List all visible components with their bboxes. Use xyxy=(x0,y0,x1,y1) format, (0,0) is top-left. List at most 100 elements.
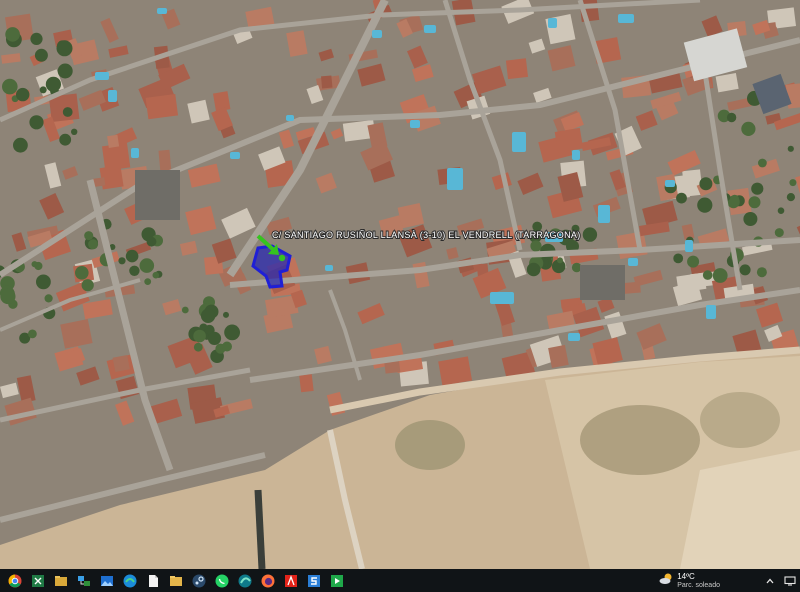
swimming-pool xyxy=(325,265,333,271)
tree xyxy=(129,265,140,276)
tree xyxy=(789,179,797,187)
tree xyxy=(34,48,48,62)
tree xyxy=(2,78,18,95)
parking-lot-2 xyxy=(580,265,625,300)
swimming-pool xyxy=(572,150,580,160)
system-tray: 14ºC Parc. soleado xyxy=(659,569,800,592)
building-roof xyxy=(107,134,120,148)
location-label: C/ SANTIAGO RUSIÑOL LLANSÀ (3-10) EL VEN… xyxy=(272,230,581,240)
dune-vegetation-2 xyxy=(395,420,465,470)
tree xyxy=(57,63,73,79)
tree xyxy=(702,270,713,280)
tree xyxy=(726,112,737,123)
tree xyxy=(193,342,203,352)
tree xyxy=(687,255,700,268)
file-explorer-icon[interactable] xyxy=(52,572,70,590)
tree xyxy=(224,324,241,341)
tree xyxy=(756,267,767,278)
tree xyxy=(75,266,89,280)
swimming-pool xyxy=(490,292,514,304)
tree xyxy=(712,268,728,283)
chevron-up-icon[interactable] xyxy=(763,574,777,588)
map-canvas[interactable]: C/ SANTIAGO RUSIÑOL LLANSÀ (3-10) EL VEN… xyxy=(0,0,800,569)
building-roof xyxy=(112,354,130,373)
tree xyxy=(193,329,206,343)
photos-icon[interactable] xyxy=(98,572,116,590)
tree xyxy=(139,258,155,273)
steam-icon[interactable] xyxy=(190,572,208,590)
swimming-pool xyxy=(685,240,693,252)
tree xyxy=(758,158,767,168)
tree xyxy=(71,128,78,135)
tree xyxy=(28,329,37,339)
tree xyxy=(81,279,94,292)
tree xyxy=(45,76,62,92)
swimming-pool xyxy=(447,168,463,190)
swimming-pool xyxy=(286,115,294,121)
parking-lot xyxy=(135,170,180,220)
edge-icon[interactable] xyxy=(121,572,139,590)
taskbar-apps xyxy=(3,572,348,590)
tree xyxy=(44,294,53,303)
swimming-pool xyxy=(548,18,557,28)
windows-taskbar: 14ºC Parc. soleado xyxy=(0,569,800,592)
weather-widget[interactable]: 14ºC Parc. soleado xyxy=(659,572,720,590)
green-app-icon[interactable] xyxy=(328,572,346,590)
network-icon[interactable] xyxy=(75,572,93,590)
s-app-icon[interactable] xyxy=(305,572,323,590)
tree xyxy=(526,262,541,277)
tree xyxy=(739,264,751,276)
swimming-pool xyxy=(131,148,139,158)
swimming-pool xyxy=(628,258,638,266)
canal xyxy=(254,489,266,569)
document-icon[interactable] xyxy=(144,572,162,590)
tree xyxy=(673,253,684,264)
building-roof xyxy=(505,58,529,80)
building-roof xyxy=(299,374,314,393)
tree xyxy=(223,311,229,318)
tree xyxy=(774,228,784,238)
tree xyxy=(207,331,222,345)
building-roof xyxy=(145,93,179,120)
tree xyxy=(743,212,758,226)
satellite-map-view[interactable]: C/ SANTIAGO RUSIÑOL LLANSÀ (3-10) EL VEN… xyxy=(0,0,800,569)
whatsapp-icon[interactable] xyxy=(213,572,231,590)
tree xyxy=(16,87,30,102)
tree xyxy=(36,274,51,290)
tree xyxy=(787,145,794,152)
tree xyxy=(699,177,713,191)
tree xyxy=(29,115,44,130)
tree xyxy=(31,261,38,268)
excel-icon[interactable] xyxy=(29,572,47,590)
swimming-pool xyxy=(230,152,240,159)
tree xyxy=(152,271,160,279)
edge-alt-icon[interactable] xyxy=(236,572,254,590)
acrobat-icon[interactable] xyxy=(282,572,300,590)
tree xyxy=(13,137,28,153)
swimming-pool xyxy=(108,90,117,102)
weather-condition: Parc. soleado xyxy=(677,581,720,589)
swimming-pool xyxy=(95,72,109,80)
dune-vegetation-3 xyxy=(700,392,780,448)
firefox-icon[interactable] xyxy=(259,572,277,590)
tree xyxy=(557,257,563,264)
building-roof xyxy=(102,142,131,171)
tree xyxy=(62,107,73,117)
folder-icon[interactable] xyxy=(167,572,185,590)
tree xyxy=(530,240,542,252)
swimming-pool xyxy=(665,180,675,187)
building-roof xyxy=(321,75,333,89)
tree xyxy=(146,236,157,247)
tree xyxy=(751,182,764,195)
weather-temperature: 14ºC xyxy=(677,571,695,581)
tree xyxy=(30,32,43,46)
tree xyxy=(125,249,139,263)
swimming-pool xyxy=(706,305,716,319)
tree xyxy=(39,86,47,94)
swimming-pool xyxy=(512,132,526,152)
display-icon[interactable] xyxy=(783,574,797,588)
chrome-icon[interactable] xyxy=(6,572,24,590)
tree xyxy=(748,196,761,209)
tree xyxy=(181,306,189,314)
tree xyxy=(697,197,713,213)
